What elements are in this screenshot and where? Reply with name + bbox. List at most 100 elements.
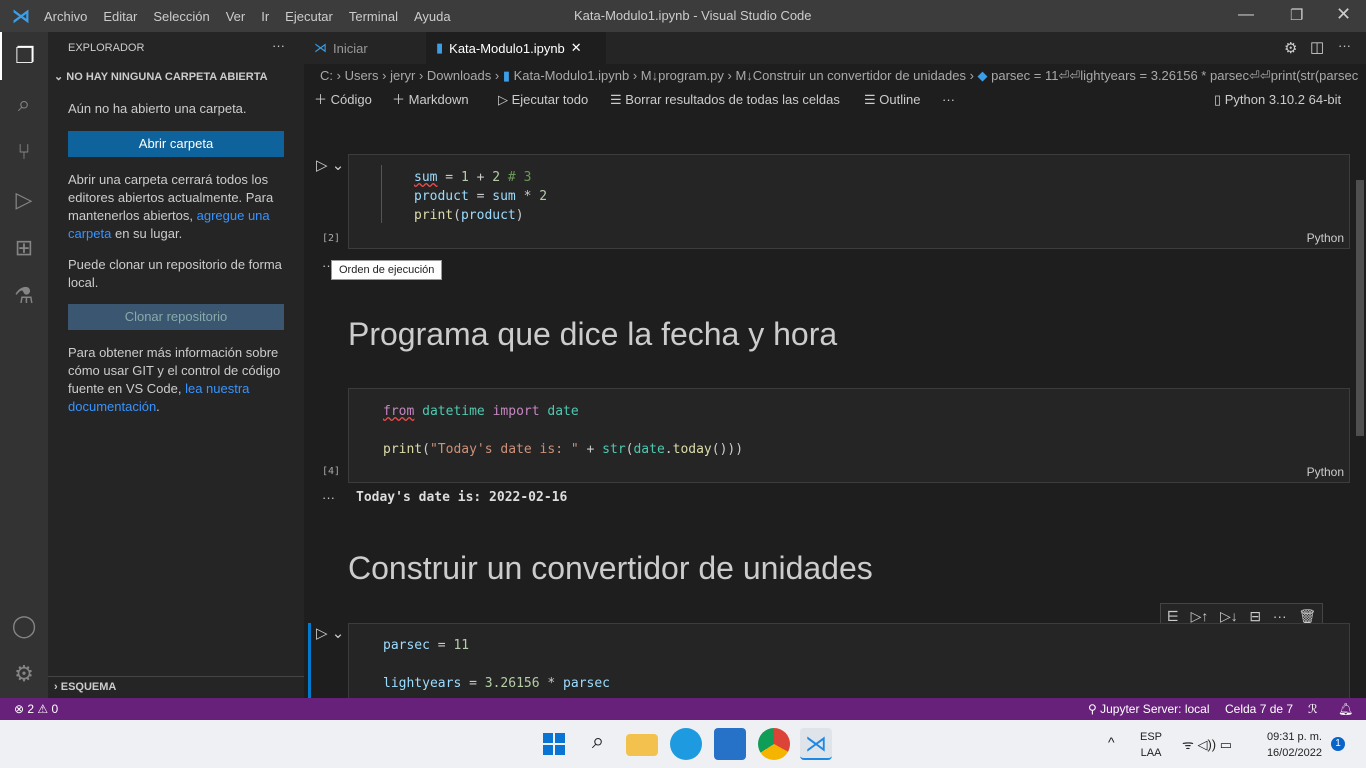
clock[interactable]: 09:31 p. m. 16/02/2022 [1258, 729, 1322, 761]
minimize-button[interactable]: — [1238, 6, 1254, 24]
outline-button[interactable]: ☰ Outline [864, 88, 920, 112]
cell-code[interactable]: from datetime import date print("Today's… [383, 402, 743, 459]
token: from [383, 404, 415, 419]
split-cell-icon[interactable]: ⊟ [1249, 608, 1261, 625]
token: 2 [492, 170, 501, 185]
close-button[interactable]: ✕ [1336, 4, 1351, 25]
tooltip: Orden de ejecución [331, 260, 443, 280]
token: ( [422, 442, 430, 457]
clear-outputs-button[interactable]: ☰ Borrar resultados de todas las celdas [610, 88, 840, 112]
split-editor-icon[interactable]: ◫ [1310, 38, 1324, 56]
run-debug-icon[interactable]: ▷ [0, 176, 48, 224]
notifications-bell-icon[interactable]: 🔔︎ [1338, 698, 1353, 720]
menu-ayuda[interactable]: Ayuda [414, 9, 451, 24]
more-actions-icon[interactable]: ··· [272, 38, 285, 53]
cell-code[interactable]: sum = 1 + 2 # 3 product = sum * 2 print(… [414, 168, 547, 225]
outline-section[interactable]: › ESQUEMA [48, 676, 304, 697]
cell-position[interactable]: Celda 7 de 7 [1225, 698, 1293, 720]
notification-badge[interactable]: 1 [1331, 737, 1345, 751]
more-icon[interactable]: ··· [1338, 38, 1351, 53]
output-more-icon[interactable]: ·· [322, 258, 331, 273]
token: print [414, 208, 454, 223]
problems-indicator[interactable]: ⊗ 2 ⚠ 0 [14, 698, 58, 720]
feedback-icon[interactable]: ℛ [1308, 698, 1318, 720]
token: datetime [422, 404, 485, 419]
kernel-picker[interactable]: ▯ Python 3.10.2 64-bit [1214, 88, 1341, 112]
token: date [633, 442, 665, 457]
run-above-icon[interactable]: ▷↑ [1191, 608, 1209, 625]
menu-ejecutar[interactable]: Ejecutar [285, 9, 333, 24]
crumb[interactable]: Downloads [427, 68, 491, 83]
menu-seleccion[interactable]: Selección [153, 9, 209, 24]
edge-icon[interactable] [670, 728, 702, 760]
kernel-label: Python 3.10.2 64-bit [1224, 92, 1342, 107]
maximize-button[interactable]: ❐ [1290, 6, 1303, 24]
crumb[interactable]: parsec = 11⏎⏎lightyears = 3.26156 * pars… [991, 68, 1358, 83]
extensions-icon[interactable]: ⊞ [0, 224, 48, 272]
crumb[interactable]: Users [345, 68, 379, 83]
output-more-icon[interactable]: ··· [322, 490, 335, 505]
store-icon[interactable] [714, 728, 746, 760]
menu-ir[interactable]: Ir [261, 9, 269, 24]
chrome-icon[interactable] [758, 728, 790, 760]
testing-icon[interactable]: ⚗ [0, 272, 48, 320]
cell-code[interactable]: parsec = 11 lightyears = 3.26156 * parse… [383, 636, 610, 693]
menu-archivo[interactable]: Archivo [44, 9, 87, 24]
file-explorer-icon[interactable] [626, 734, 658, 756]
more-toolbar-icon[interactable]: ··· [942, 88, 955, 112]
code-cell-1[interactable]: sum = 1 + 2 # 3 product = sum * 2 print(… [348, 154, 1350, 249]
crumb[interactable]: M↓Construir un convertidor de unidades [735, 68, 966, 83]
scrollbar[interactable] [1356, 180, 1364, 436]
run-cell-icon[interactable]: ▷ ⌄ [316, 624, 344, 642]
menu-ver[interactable]: Ver [226, 9, 246, 24]
no-folder-text: Aún no ha abierto una carpeta. [68, 101, 247, 116]
explorer-icon[interactable]: ❐ [0, 32, 48, 80]
jupyter-server-status[interactable]: ⚲ Jupyter Server: local [1088, 698, 1210, 720]
vscode-taskbar-icon[interactable]: ⋊ [800, 728, 832, 760]
search-icon[interactable]: ⌕ [582, 728, 614, 760]
wifi-volume-battery-icons[interactable]: ᯤ ◁)) ▭ [1182, 735, 1232, 753]
label: Jupyter Server: local [1100, 702, 1210, 716]
crumb[interactable]: C: [320, 68, 333, 83]
tab-iniciar[interactable]: ⋊ Iniciar [304, 32, 424, 64]
delete-cell-icon[interactable]: 🗑 [1298, 608, 1316, 625]
token: ())) [711, 442, 744, 457]
open-folder-button[interactable]: Abrir carpeta [68, 131, 284, 157]
time: 09:31 p. m. [1266, 731, 1322, 743]
token: "Today's date is: " [429, 442, 579, 457]
settings-gear-icon[interactable]: ⚙ [0, 650, 48, 698]
code-cell-2[interactable]: from datetime import date print("Today's… [348, 388, 1350, 483]
token: + [578, 442, 603, 457]
token: str [602, 442, 626, 457]
more-icon[interactable]: ··· [1273, 608, 1287, 624]
tab-kata-modulo1[interactable]: ▮ Kata-Modulo1.ipynb ✕ [426, 32, 606, 64]
menu-terminal[interactable]: Terminal [349, 9, 398, 24]
error-count: 2 [27, 702, 35, 716]
add-code-button[interactable]: ＋ Código [314, 88, 372, 112]
cell-language[interactable]: Python [1307, 465, 1344, 479]
source-control-icon[interactable]: ⑂ [0, 128, 48, 176]
close-tab-icon[interactable]: ✕ [571, 40, 582, 56]
crumb[interactable]: M↓program.py [641, 68, 724, 83]
code-cell-3[interactable]: parsec = 11 lightyears = 3.26156 * parse… [348, 623, 1350, 703]
crumb[interactable]: jeryr [390, 68, 415, 83]
menu-editar[interactable]: Editar [103, 9, 137, 24]
search-icon[interactable]: ⌕ [0, 80, 48, 128]
show-hidden-icons[interactable]: ^ [1108, 734, 1115, 750]
input-language[interactable]: ESP LAA [1140, 729, 1162, 761]
label: Borrar resultados de todas las celdas [625, 92, 840, 107]
clone-repo-button[interactable]: Clonar repositorio [68, 304, 284, 330]
label: Código [330, 92, 372, 107]
no-folder-section[interactable]: ⌄ NO HAY NINGUNA CARPETA ABIERTA [54, 70, 268, 83]
run-below-icon[interactable]: ▷↓ [1220, 608, 1238, 625]
run-cell-icon[interactable]: ▷ ⌄ [316, 156, 344, 174]
notebook-icon: ▮ [502, 68, 510, 83]
crumb[interactable]: Kata-Modulo1.ipynb [514, 68, 630, 83]
add-markdown-button[interactable]: ＋ Markdown [392, 88, 469, 112]
cell-language[interactable]: Python [1307, 231, 1344, 245]
run-all-button[interactable]: ▷ Ejecutar todo [498, 88, 588, 112]
account-icon[interactable]: ◯ [0, 602, 48, 650]
start-button[interactable] [538, 728, 570, 760]
settings-icon[interactable]: ⚙ [1284, 39, 1297, 57]
run-by-line-icon[interactable]: ⋿ [1167, 608, 1179, 625]
